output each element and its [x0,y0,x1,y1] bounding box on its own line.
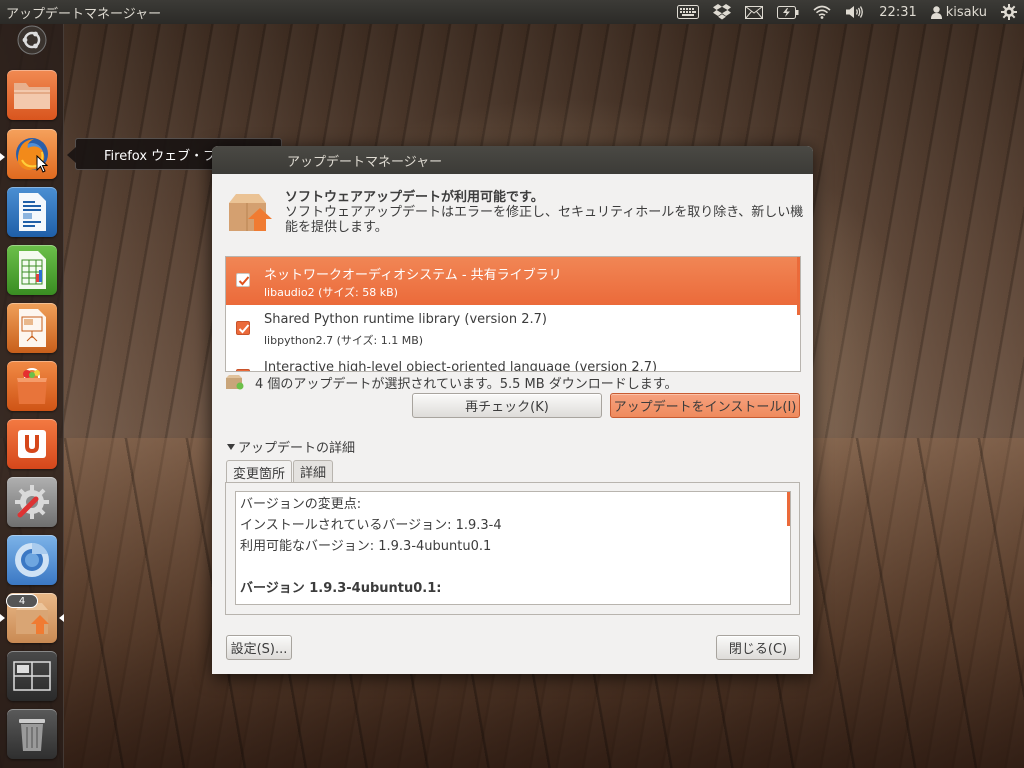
dropbox-icon[interactable] [706,0,738,24]
folder-icon [14,83,50,109]
mouse-cursor-icon [36,155,48,173]
header-description: ソフトウェアアップデートはエラーを修正し、セキュリティホールを取り除き、新しい機… [285,205,804,235]
window-titlebar[interactable]: アップデートマネージャー [212,146,813,174]
changelog-line: バージョンの変更点: [240,497,362,512]
launcher-dash-button[interactable] [7,24,57,56]
update-list: ネットワークオーディオシステム - 共有ライブラリ libaudio2 (サイズ… [225,256,801,372]
panel-app-title: アップデートマネージャー [6,6,162,22]
update-list-scrollbar[interactable] [797,257,800,315]
chromium-icon [15,542,49,577]
spreadsheet-calc-icon [19,251,46,289]
launcher-writer[interactable] [7,187,57,237]
expander-arrow-icon [227,443,235,450]
checkmark-icon [238,324,250,334]
update-checkbox[interactable] [236,321,250,335]
update-checkbox[interactable] [236,273,250,287]
battery-icon[interactable] [770,0,806,24]
header-title: ソフトウェアアップデートが利用可能です。 [285,190,544,205]
update-package: libaudio2 (サイズ: 58 kB) [264,286,398,299]
wifi-icon[interactable] [806,0,838,24]
shopping-bag-icon [17,367,47,404]
launcher-software-center[interactable] [7,361,57,411]
update-row[interactable]: Interactive high-level object-oriented l… [226,353,800,372]
changelog-text-view[interactable]: バージョンの変更点: インストールされているバージョン: 1.9.3-4 利用可… [235,491,791,605]
keyboard-icon[interactable] [670,0,706,24]
changelog-line [240,557,786,578]
indicator-area: 22:31 kisaku [670,0,1024,24]
update-package: libpython2.7 (サイズ: 1.1 MB) [264,334,424,347]
window-title: アップデートマネージャー [287,154,443,170]
launcher-active-pip [0,153,5,161]
launcher-calc[interactable] [7,245,57,295]
checkmark-icon [238,276,250,286]
close-button[interactable]: 閉じる(C) [716,635,800,660]
volume-icon[interactable] [838,0,872,24]
ubuntu-one-icon [18,430,46,458]
trash-icon [19,719,45,751]
update-row[interactable]: ネットワークオーディオシステム - 共有ライブラリ libaudio2 (サイズ… [226,257,800,305]
launcher-running-pip [0,614,5,622]
launcher-update-count-badge: 4 [6,594,38,608]
package-upgrade-icon [229,194,272,231]
launcher: 4 [0,24,64,768]
update-title: Shared Python runtime library (version 2… [264,312,547,327]
changelog-version-heading: バージョン 1.9.3-4ubuntu0.1: [240,581,442,596]
launcher-trash[interactable] [7,709,57,759]
session-gear-icon[interactable] [994,0,1024,24]
details-expander-label: アップデートの詳細 [238,441,356,456]
update-checkbox[interactable] [236,369,250,371]
changelog-scrollbar[interactable] [787,492,790,526]
top-panel: アップデートマネージャー 22:31 kisaku [0,0,1024,24]
launcher-workspace-switcher[interactable] [7,651,57,701]
tab-panel: バージョンの変更点: インストールされているバージョン: 1.9.3-4 利用可… [225,482,800,615]
launcher-files[interactable] [7,70,57,120]
launcher-impress[interactable] [7,303,57,353]
changelog-line: インストールされているバージョン: 1.9.3-4 [240,518,502,533]
update-manager-window: アップデートマネージャー ソフトウェアアップデートが利用可能です。 ソフトウェア… [212,146,813,674]
launcher-chromium[interactable] [7,535,57,585]
ubuntu-logo-icon [17,25,47,55]
launcher-system-settings[interactable] [7,477,57,527]
changelog-line: 利用可能なバージョン: 1.9.3-4ubuntu0.1 [240,539,492,554]
header-section: ソフトウェアアップデートが利用可能です。 ソフトウェアアップデートはエラーを修正… [226,186,803,246]
update-row[interactable]: Shared Python runtime library (version 2… [226,305,800,353]
launcher-focused-pip [59,614,64,622]
user-icon [930,5,942,19]
package-small-icon [226,375,244,390]
document-writer-icon [19,193,46,231]
update-title: Interactive high-level object-oriented l… [264,360,658,372]
selection-summary: 4 個のアップデートが選択されています。5.5 MB ダウンロードします。 [225,373,678,392]
mail-icon[interactable] [738,0,770,24]
clock[interactable]: 22:31 [872,0,923,24]
user-name: kisaku [945,4,987,20]
settings-wrench-icon [15,485,49,519]
settings-button[interactable]: 設定(S)... [226,635,292,660]
presentation-impress-icon [19,309,46,347]
details-tabs: 変更箇所 詳細 [226,460,334,483]
tab-changes[interactable]: 変更箇所 [226,460,293,483]
workspaces-icon [13,661,51,691]
user-menu[interactable]: kisaku [924,0,994,24]
details-expander[interactable]: アップデートの詳細 [226,437,355,456]
install-updates-button[interactable]: アップデートをインストール(I) [610,393,800,418]
update-title: ネットワークオーディオシステム - 共有ライブラリ [264,268,562,283]
tab-description[interactable]: 詳細 [293,460,334,482]
launcher-firefox[interactable] [7,129,57,179]
selection-summary-text: 4 個のアップデートが選択されています。5.5 MB ダウンロードします。 [255,376,678,392]
launcher-ubuntu-one[interactable] [7,419,57,469]
recheck-button[interactable]: 再チェック(K) [412,393,602,418]
